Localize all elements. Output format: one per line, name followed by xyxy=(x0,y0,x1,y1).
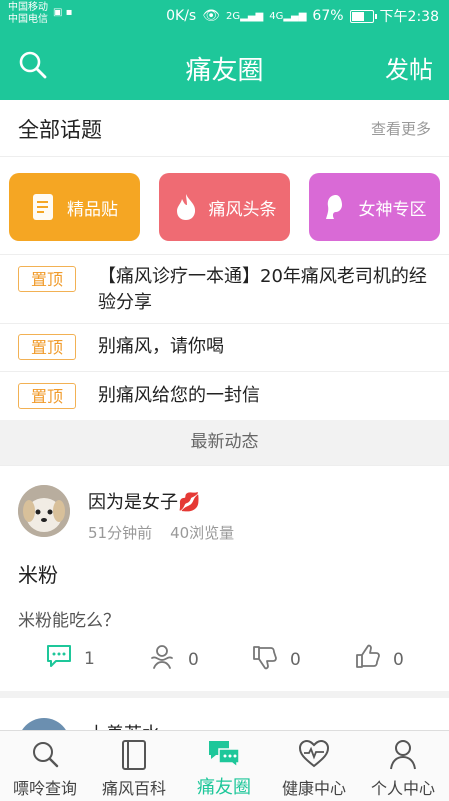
topic-card-label: 痛风头条 xyxy=(208,199,277,220)
latest-header: 最新动态 xyxy=(190,432,259,452)
pinned-title: 别痛风，请你喝 xyxy=(98,336,224,357)
search-icon xyxy=(0,739,90,771)
tab-purine-search[interactable]: 嘌呤查询 xyxy=(0,731,90,801)
battery-icon xyxy=(349,9,377,23)
see-more-link[interactable]: 查看更多 xyxy=(371,118,431,139)
post-button[interactable]: 发帖 xyxy=(385,50,433,85)
dislike-button[interactable]: 0 xyxy=(252,644,301,675)
clock: 下午2:38 xyxy=(379,9,439,25)
pinned-item[interactable]: 置顶 【痛风诊疗一本通】20年痛风老司机的经验分享 xyxy=(0,255,449,324)
pinned-badge: 置顶 xyxy=(18,334,76,360)
post-actions: 1 0 0 0 xyxy=(0,644,449,678)
thumbs-down-icon xyxy=(252,644,278,675)
topic-card-goddess[interactable]: 女神专区 xyxy=(309,173,440,241)
app-bar: 痛友圈 发帖 xyxy=(0,30,449,100)
pinned-item[interactable]: 置顶 别痛风给您的一封信 xyxy=(0,371,449,420)
comment-count: 1 xyxy=(84,648,95,669)
flame-icon xyxy=(173,193,199,221)
battery-percent: 67% xyxy=(312,8,344,24)
tab-label: 个人中心 xyxy=(370,779,435,798)
pinned-badge: 置顶 xyxy=(18,383,76,409)
avatar[interactable] xyxy=(18,485,70,537)
eye-icon: 👁 xyxy=(202,8,221,24)
pinned-title: 别痛风给您的一封信 xyxy=(98,385,260,406)
topic-card-featured[interactable]: 精品贴 xyxy=(9,173,140,241)
heart-pulse-icon xyxy=(269,739,359,771)
book-icon xyxy=(89,739,179,771)
tab-gout-wiki[interactable]: 痛风百科 xyxy=(89,731,179,801)
thumbs-up-icon xyxy=(355,644,381,675)
woman-profile-icon xyxy=(323,193,349,221)
post-title: 米粉 xyxy=(18,563,58,587)
bottom-tab-bar: 嘌呤查询 痛风百科 痛友圈 健康中心 个人中心 xyxy=(0,730,449,801)
comment-icon xyxy=(46,644,72,673)
feed-post[interactable]: 因为是女子💋 51分钟前 40浏览量 米粉 米粉能吃么？ 1 0 0 0 xyxy=(0,465,449,691)
carrier-info: 中国移动 中国电信 xyxy=(8,2,48,26)
page-title: 痛友圈 xyxy=(185,56,264,86)
chat-bubbles-icon xyxy=(179,739,269,771)
hug-button[interactable]: 0 xyxy=(148,644,199,675)
pinned-badge: 置顶 xyxy=(18,266,76,292)
signal-icon-1: 2G▂▄▆ xyxy=(226,10,264,22)
person-icon xyxy=(358,739,448,771)
status-bar: 中国移动 中国电信 ▣ ▪ 0K/s 👁 2G▂▄▆ 4G▂▄▆ 67% 下午2… xyxy=(0,0,449,30)
post-username[interactable]: 因为是女子💋 xyxy=(88,488,200,514)
post-time: 51分钟前 xyxy=(88,524,153,542)
tab-label: 嘌呤查询 xyxy=(12,779,77,798)
tab-community[interactable]: 痛友圈 xyxy=(179,731,269,801)
post-views: 40浏览量 xyxy=(170,524,235,542)
hug-icon xyxy=(148,644,176,675)
carrier-2: 中国电信 xyxy=(8,14,48,25)
comment-button[interactable]: 1 xyxy=(46,644,95,673)
pinned-title: 【痛风诊疗一本通】20年痛风老司机的经验分享 xyxy=(98,266,427,313)
topic-card-label: 精品贴 xyxy=(67,199,118,220)
pinned-item[interactable]: 置顶 别痛风，请你喝 xyxy=(0,323,449,372)
hug-count: 0 xyxy=(188,649,199,670)
like-count: 0 xyxy=(393,649,404,670)
topic-cards: 精品贴 痛风头条 女神专区 xyxy=(0,156,449,255)
status-right: 0K/s 👁 2G▂▄▆ 4G▂▄▆ 67% 下午2:38 xyxy=(166,6,439,26)
topics-header: 全部话题 查看更多 xyxy=(0,100,449,156)
document-icon xyxy=(31,193,57,221)
like-button[interactable]: 0 xyxy=(355,644,404,675)
tab-health-center[interactable]: 健康中心 xyxy=(269,731,359,801)
signal-icon-2: 4G▂▄▆ xyxy=(269,10,307,22)
pinned-posts: 置顶 【痛风诊疗一本通】20年痛风老司机的经验分享 置顶 别痛风，请你喝 置顶 … xyxy=(0,254,449,420)
topic-card-label: 女神专区 xyxy=(358,199,427,220)
tab-label: 痛风百科 xyxy=(101,779,166,798)
dislike-count: 0 xyxy=(290,649,301,670)
network-speed: 0K/s xyxy=(166,8,197,24)
carrier-1: 中国移动 xyxy=(8,2,48,13)
post-body: 米粉能吃么？ xyxy=(18,611,120,631)
tab-label: 健康中心 xyxy=(281,779,346,798)
topics-title: 全部话题 xyxy=(18,118,102,142)
tab-profile[interactable]: 个人中心 xyxy=(358,731,448,801)
tab-label: 痛友圈 xyxy=(197,777,251,798)
topic-card-headlines[interactable]: 痛风头条 xyxy=(159,173,290,241)
post-meta: 51分钟前 40浏览量 xyxy=(88,522,234,543)
carrier-icons: ▣ ▪ xyxy=(53,7,73,18)
